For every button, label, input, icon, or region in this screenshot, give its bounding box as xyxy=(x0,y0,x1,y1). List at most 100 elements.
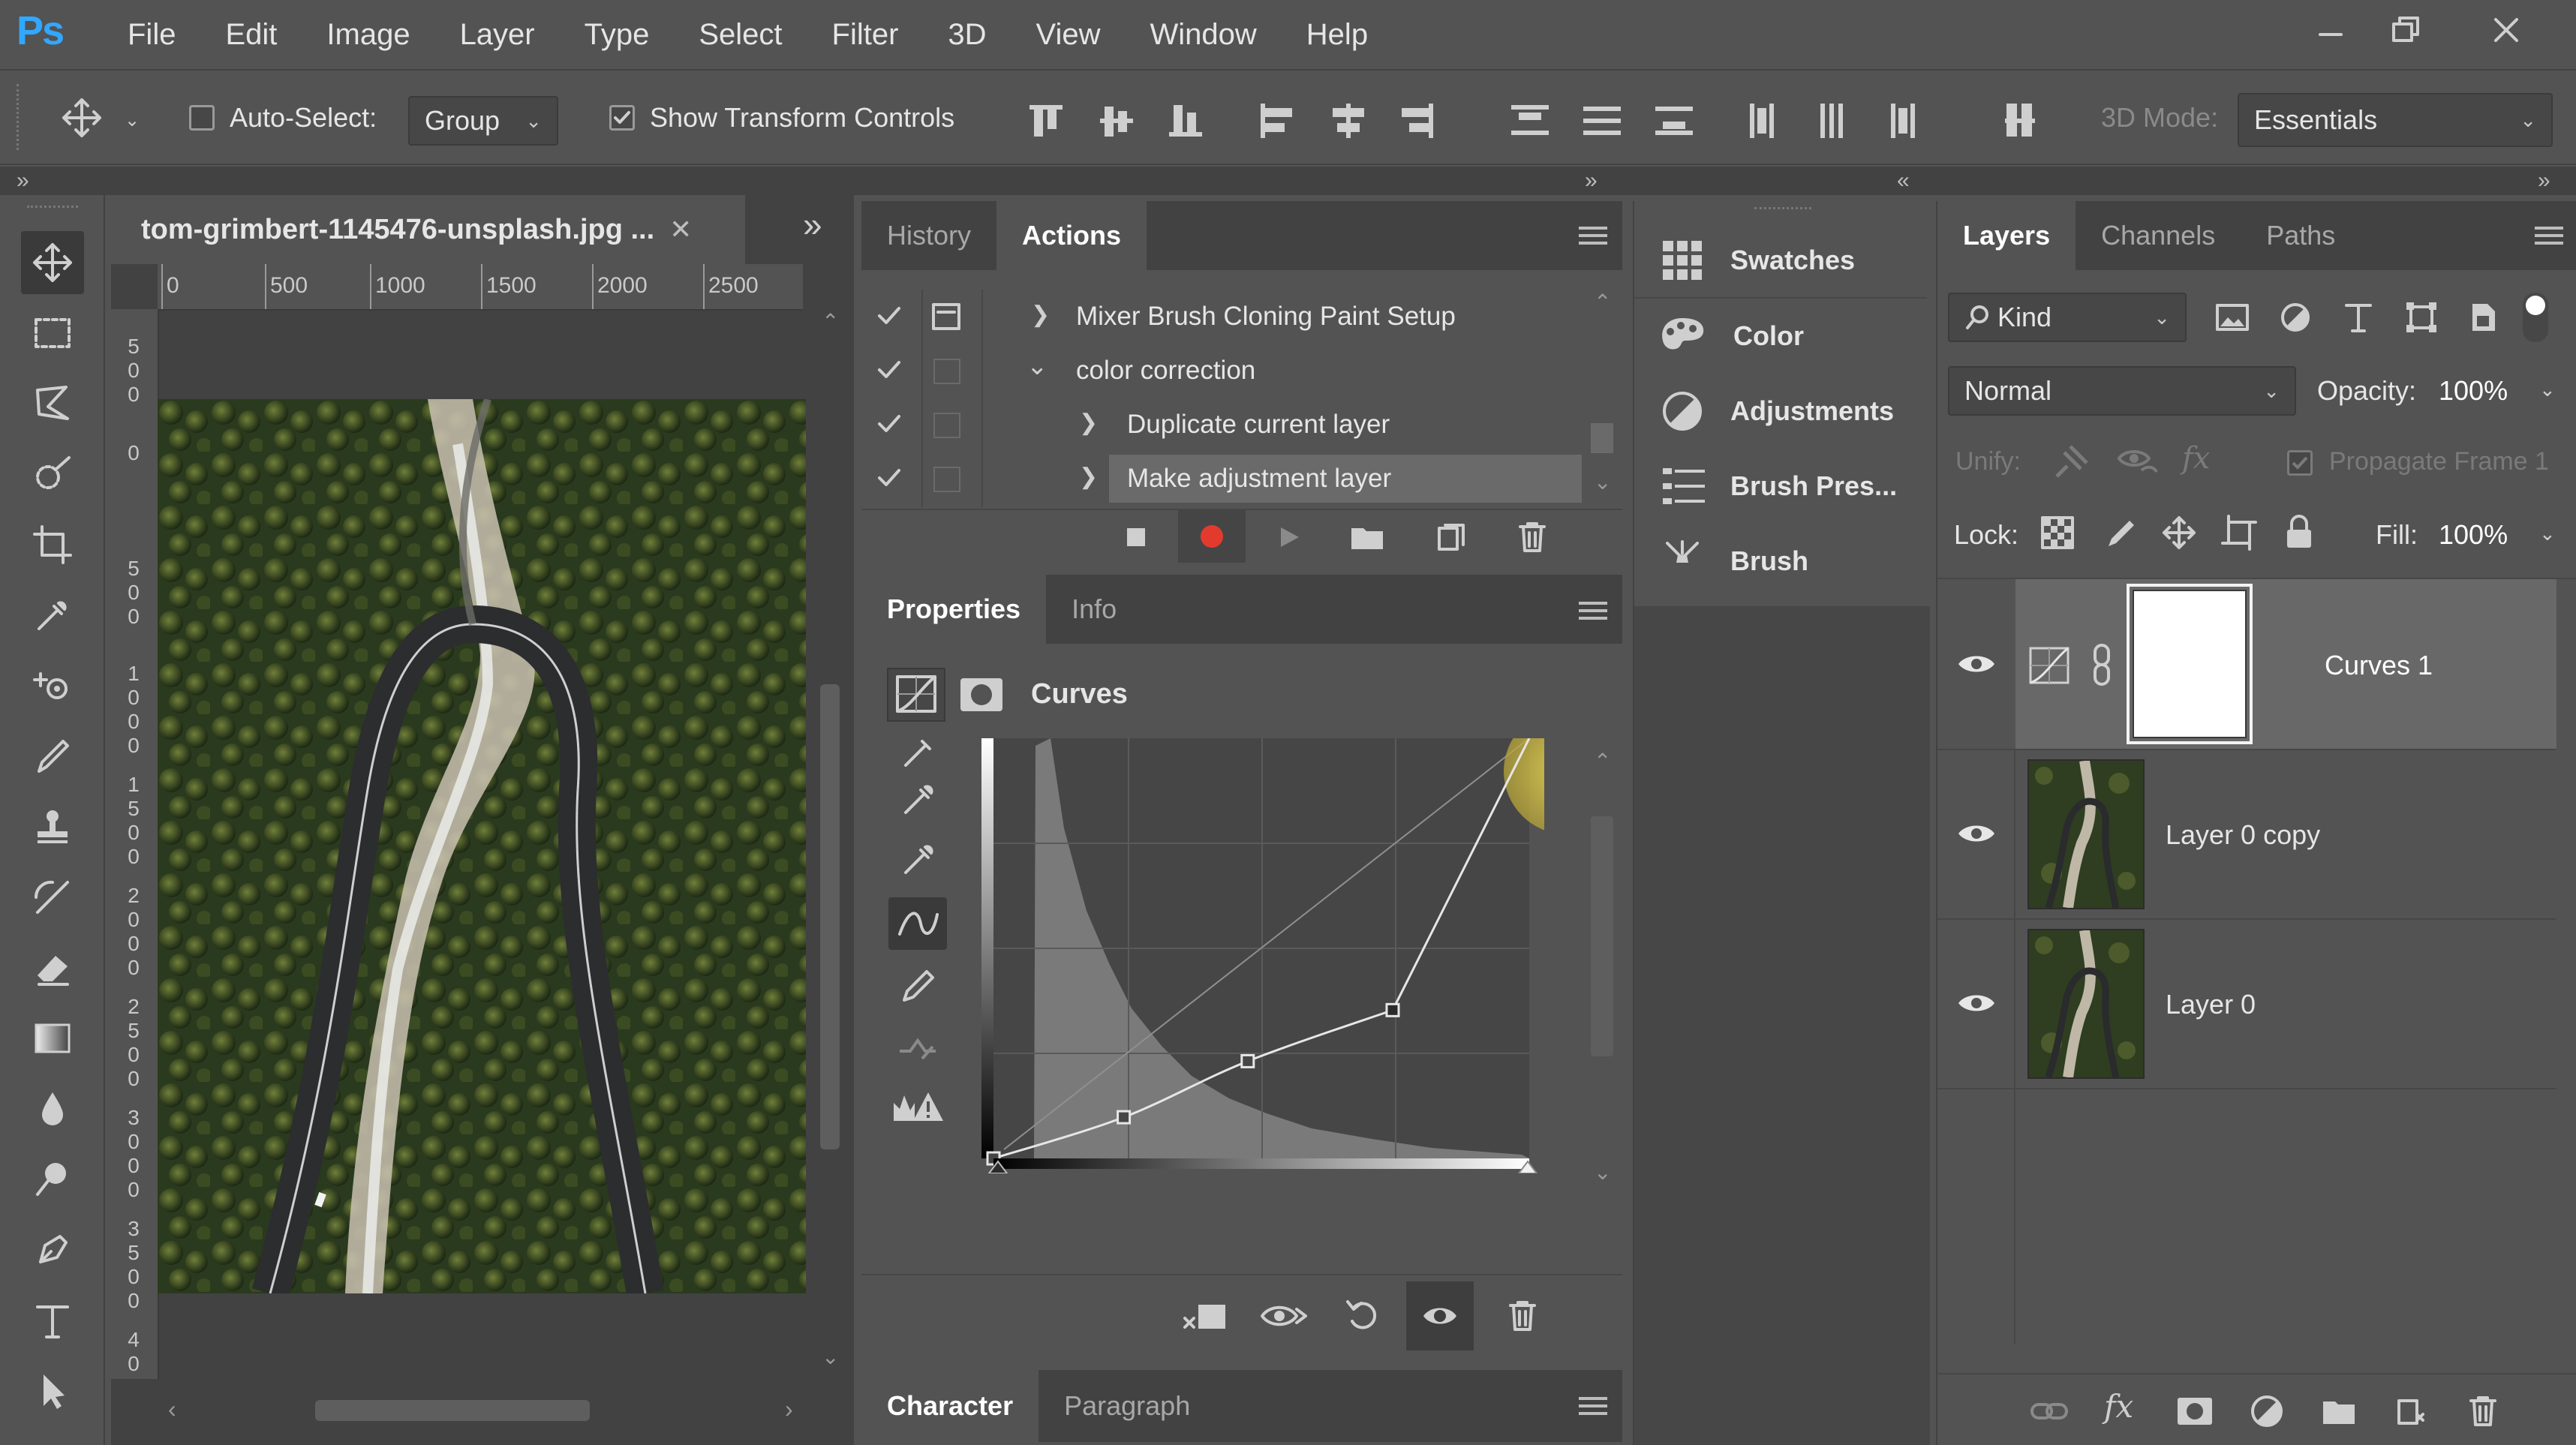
swatches-panel-button[interactable]: Swatches xyxy=(1634,224,1927,299)
mask-icon[interactable] xyxy=(959,674,1004,716)
expand-panels-icon[interactable]: « xyxy=(1897,168,1910,194)
lock-artboard-icon[interactable] xyxy=(2218,512,2260,554)
actions-scrollbar[interactable]: ⌃ ⌄ xyxy=(1585,290,1619,507)
menu-window[interactable]: Window xyxy=(1150,18,1257,52)
tab-properties[interactable]: Properties xyxy=(861,575,1047,644)
vertical-scroll-thumb[interactable] xyxy=(820,684,840,1149)
view-previous-state-icon[interactable] xyxy=(1258,1293,1310,1338)
color-panel-button[interactable]: Color xyxy=(1634,299,1927,374)
record-button[interactable] xyxy=(1178,510,1246,563)
workspace-dropdown[interactable]: Essentials ⌄ xyxy=(2238,93,2553,147)
reset-icon[interactable] xyxy=(1337,1293,1390,1338)
clipping-warning-icon[interactable] xyxy=(888,1080,947,1133)
chevron-down-icon[interactable]: ⌄ xyxy=(2539,522,2556,545)
canvas-image[interactable] xyxy=(158,399,806,1293)
curve-control-point[interactable] xyxy=(1385,1002,1400,1017)
action-row[interactable]: ❯ Mixer Brush Cloning Paint Setup xyxy=(861,290,1612,344)
scroll-right-icon[interactable]: › xyxy=(785,1395,793,1423)
eraser-tool[interactable] xyxy=(21,936,84,999)
marquee-tool[interactable] xyxy=(21,302,84,365)
black-point-eyedropper-icon[interactable] xyxy=(888,773,947,825)
history-brush-tool[interactable] xyxy=(21,866,84,929)
chevron-down-icon[interactable]: ⌄ xyxy=(2539,378,2556,401)
scroll-thumb[interactable] xyxy=(1591,423,1613,453)
horizontal-scrollbar[interactable]: ‹ › xyxy=(158,1392,810,1427)
menu-help[interactable]: Help xyxy=(1306,18,1368,52)
targeted-adjustment-icon[interactable] xyxy=(888,737,947,767)
crop-tool[interactable] xyxy=(21,513,84,576)
unify-visibility-icon[interactable] xyxy=(2116,441,2158,483)
chevron-down-icon[interactable]: ⌄ xyxy=(1026,351,1048,381)
expand-toolbar-icon[interactable]: » xyxy=(17,168,29,194)
play-button[interactable] xyxy=(1267,515,1312,560)
brush-panel-button[interactable]: Brush xyxy=(1634,524,1927,599)
gray-point-eyedropper-icon[interactable] xyxy=(888,833,947,885)
action-row[interactable]: ❯ Make adjustment layer xyxy=(861,452,1612,506)
filter-smart-object-icon[interactable] xyxy=(2464,299,2502,336)
dialog-toggle[interactable] xyxy=(933,413,960,438)
panel-menu-icon[interactable] xyxy=(1579,222,1607,249)
menu-type[interactable]: Type xyxy=(585,18,650,52)
scroll-up-icon[interactable]: ⌃ xyxy=(1594,290,1611,314)
tab-layers[interactable]: Layers xyxy=(1937,201,2076,270)
curve-control-point[interactable] xyxy=(1117,1110,1132,1125)
toggle-visibility-icon[interactable] xyxy=(1406,1281,1474,1350)
layer-row-layer-0-copy[interactable]: Layer 0 copy xyxy=(1937,749,2556,920)
layer-filter-dropdown[interactable]: Kind ⌄ xyxy=(1948,293,2187,342)
link-layers-icon[interactable] xyxy=(2026,1388,2073,1434)
filter-type-icon[interactable] xyxy=(2340,297,2377,338)
tab-character[interactable]: Character xyxy=(861,1370,1039,1442)
lock-all-icon[interactable] xyxy=(2278,512,2320,554)
panel-menu-icon[interactable] xyxy=(1579,597,1607,624)
tab-info[interactable]: Info xyxy=(1046,575,1142,644)
layer-row-layer-0[interactable]: Layer 0 xyxy=(1937,918,2556,1089)
dialog-toggle[interactable] xyxy=(933,467,960,492)
menu-edit[interactable]: Edit xyxy=(225,18,277,52)
stop-button[interactable] xyxy=(1114,515,1159,560)
scroll-up-icon[interactable]: ⌃ xyxy=(1594,749,1611,774)
move-tool-preset-icon[interactable] xyxy=(56,92,108,144)
eyedropper-tool[interactable] xyxy=(21,584,84,647)
pencil-icon[interactable] xyxy=(888,959,947,1011)
healing-brush-tool[interactable] xyxy=(21,654,84,717)
path-selection-tool[interactable] xyxy=(21,1359,84,1422)
action-row[interactable]: ⌄ color correction xyxy=(861,344,1612,398)
tab-channels[interactable]: Channels xyxy=(2076,201,2241,270)
blend-mode-dropdown[interactable]: Normal ⌄ xyxy=(1948,366,2296,416)
chevron-right-icon[interactable]: ❯ xyxy=(1079,410,1098,436)
close-button[interactable] xyxy=(2476,8,2536,53)
lock-transparent-pixels-icon[interactable] xyxy=(2036,512,2079,554)
scroll-down-icon[interactable]: ⌄ xyxy=(1594,470,1611,494)
scroll-down-icon[interactable]: ⌄ xyxy=(1594,1160,1611,1185)
menu-select[interactable]: Select xyxy=(699,18,782,52)
show-transform-checkbox[interactable] xyxy=(609,105,635,131)
horizontal-scroll-thumb[interactable] xyxy=(315,1400,590,1421)
clip-to-layer-icon[interactable] xyxy=(1178,1293,1231,1338)
pen-tool[interactable] xyxy=(21,1218,84,1281)
auto-select-checkbox[interactable] xyxy=(189,105,215,131)
chevron-right-icon[interactable]: ❯ xyxy=(1031,302,1050,328)
close-tab-icon[interactable]: ✕ xyxy=(669,214,692,245)
scroll-left-icon[interactable]: ‹ xyxy=(168,1395,176,1423)
fill-value[interactable]: 100% xyxy=(2439,519,2508,551)
scroll-down-icon[interactable]: ⌄ xyxy=(822,1344,839,1369)
delete-icon[interactable] xyxy=(1496,1293,1549,1338)
auto-select-target-dropdown[interactable]: Group ⌄ xyxy=(408,96,558,146)
new-layer-icon[interactable] xyxy=(2388,1388,2434,1434)
tab-actions[interactable]: Actions xyxy=(996,201,1147,270)
chevron-down-icon[interactable]: ⌄ xyxy=(125,110,140,131)
vertical-scrollbar[interactable]: ⌃ ⌄ xyxy=(813,309,847,1382)
lasso-tool[interactable] xyxy=(21,372,84,435)
menu-3d[interactable]: 3D xyxy=(948,18,986,52)
document-tab[interactable]: tom-grimbert-1145476-unsplash.jpg ... ✕ xyxy=(111,195,745,264)
filter-shape-icon[interactable] xyxy=(2403,299,2440,336)
layer-style-fx-icon[interactable]: fx xyxy=(2104,1388,2133,1425)
tab-paragraph[interactable]: Paragraph xyxy=(1039,1370,1216,1442)
quick-selection-tool[interactable] xyxy=(21,443,84,506)
lock-position-icon[interactable] xyxy=(2158,512,2200,554)
chevron-right-icon[interactable]: ❯ xyxy=(1079,464,1098,490)
menu-image[interactable]: Image xyxy=(326,18,410,52)
curves-adjustment-icon[interactable] xyxy=(887,668,945,722)
new-group-folder-icon[interactable] xyxy=(2316,1388,2362,1434)
unify-style-icon[interactable]: fx xyxy=(2182,441,2210,476)
